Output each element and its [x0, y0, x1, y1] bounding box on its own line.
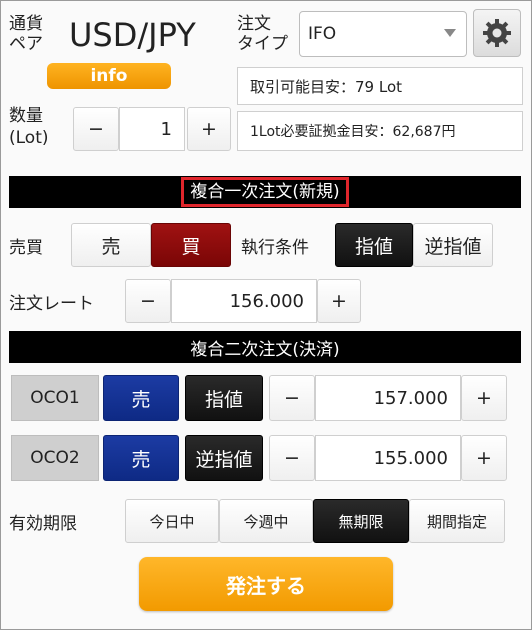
quantity-input[interactable]: 1	[119, 107, 185, 151]
pair-label: 通貨 ペア	[9, 14, 43, 54]
expiry-option-date[interactable]: 期間指定	[409, 499, 505, 543]
oco2-sell-button[interactable]: 売	[103, 435, 179, 481]
oco2-minus-button[interactable]: −	[269, 435, 315, 481]
oco2-plus-button[interactable]: +	[461, 435, 507, 481]
oco2-rate-input[interactable]: 155.000	[315, 435, 461, 481]
tradable-estimate: 取引可能目安：79 Lot	[237, 67, 523, 105]
chevron-down-icon	[444, 29, 456, 37]
rate-plus-button[interactable]: +	[317, 279, 361, 323]
margin-estimate: 1Lot必要証拠金目安：62,687円	[237, 111, 523, 151]
oco2-label: OCO2	[11, 435, 99, 481]
oco2-stop-button[interactable]: 逆指値	[185, 435, 263, 481]
submit-order-button[interactable]: 発注する	[139, 557, 393, 611]
oco1-limit-button[interactable]: 指値	[185, 375, 263, 421]
expiry-option-indefinite[interactable]: 無期限	[313, 499, 409, 543]
section-primary-order: 複合一次注文(新規)	[9, 176, 521, 208]
quantity-label: 数量 (Lot)	[9, 106, 49, 148]
info-button[interactable]: info	[47, 63, 171, 89]
quantity-minus-button[interactable]: −	[73, 107, 119, 151]
pair-value: USD/JPY	[69, 16, 196, 54]
sell-button[interactable]: 売	[71, 223, 151, 267]
limit-button[interactable]: 指値	[335, 223, 413, 267]
stop-button[interactable]: 逆指値	[413, 223, 493, 267]
order-panel: 通貨 ペア USD/JPY 注文 タイプ IFO info 取引可能目安：79 …	[0, 0, 532, 630]
gear-icon	[483, 19, 511, 47]
order-type-select[interactable]: IFO	[299, 11, 467, 57]
order-type-value: IFO	[308, 24, 337, 44]
trade-side-label: 売買	[9, 237, 43, 258]
execution-condition-label: 執行条件	[241, 237, 309, 258]
section-secondary-order: 複合二次注文(決済)	[9, 331, 521, 363]
expiry-option-week[interactable]: 今週中	[219, 499, 313, 543]
quantity-plus-button[interactable]: +	[187, 107, 231, 151]
oco1-sell-button[interactable]: 売	[103, 375, 179, 421]
rate-input[interactable]: 156.000	[171, 279, 317, 323]
section-primary-title: 複合一次注文(新規)	[181, 177, 349, 207]
expiry-option-today[interactable]: 今日中	[125, 499, 219, 543]
buy-button[interactable]: 買	[151, 223, 231, 267]
rate-minus-button[interactable]: −	[125, 279, 171, 323]
oco1-rate-input[interactable]: 157.000	[315, 375, 461, 421]
settings-button[interactable]	[473, 9, 521, 57]
order-rate-label: 注文レート	[9, 293, 94, 314]
order-type-label: 注文 タイプ	[237, 14, 288, 54]
expiry-label: 有効期限	[9, 513, 77, 534]
oco1-minus-button[interactable]: −	[269, 375, 315, 421]
oco1-plus-button[interactable]: +	[461, 375, 507, 421]
oco1-label: OCO1	[11, 375, 99, 421]
section-secondary-title: 複合二次注文(決済)	[190, 339, 340, 360]
